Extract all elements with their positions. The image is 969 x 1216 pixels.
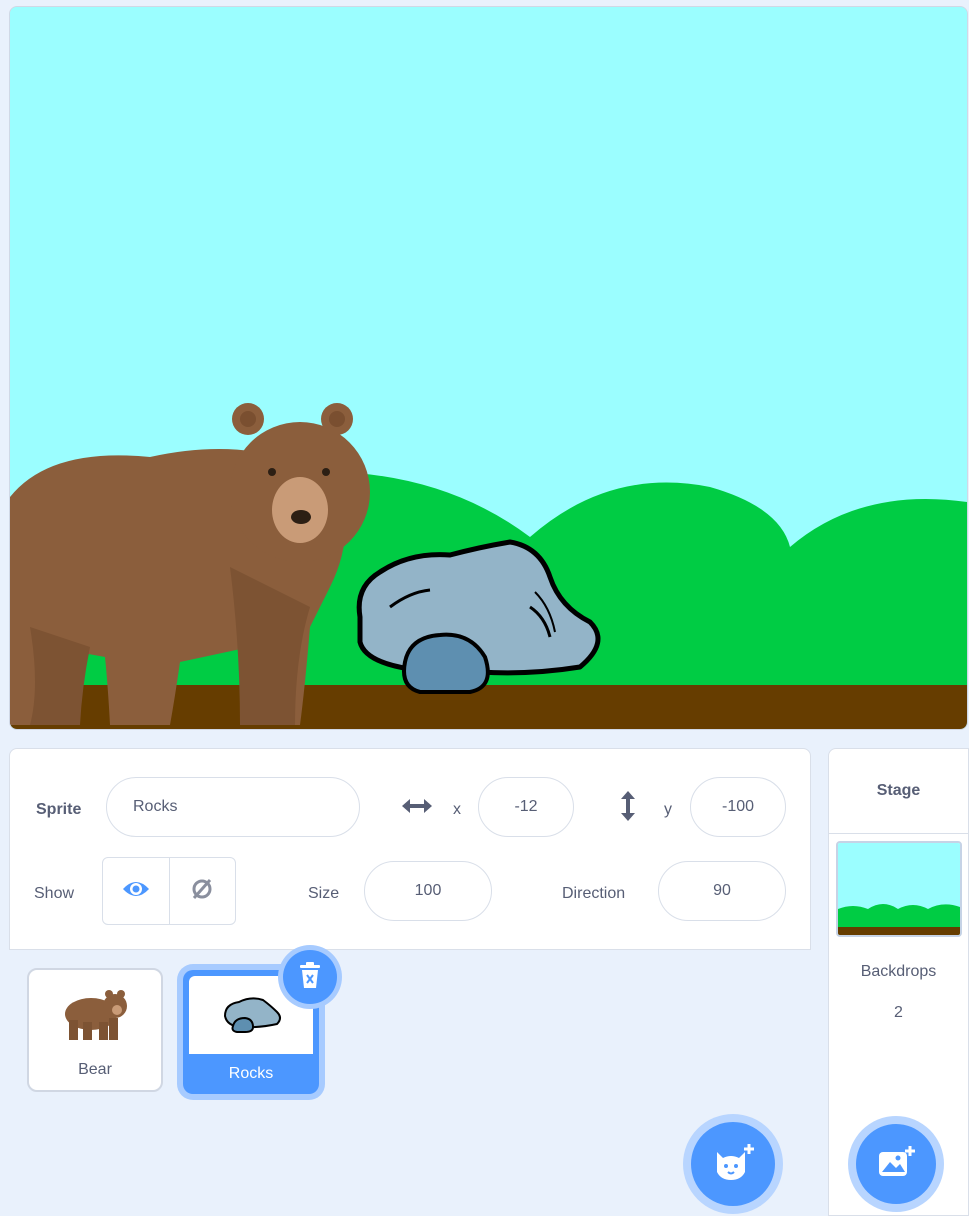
eye-icon [121, 878, 151, 905]
y-label: y [664, 801, 672, 818]
direction-value: 90 [713, 882, 731, 899]
x-arrows-icon [400, 795, 434, 822]
sprite-tile-label: Rocks [228, 1065, 274, 1082]
sprite-name-value: Rocks [133, 798, 178, 815]
stage-canvas[interactable] [9, 6, 968, 730]
backdrop-add-icon [876, 1144, 916, 1185]
sprite-name-input[interactable]: Rocks [106, 777, 360, 837]
rocks-sprite-icon [219, 994, 285, 1039]
sprite-list: Bear Rocks [9, 950, 809, 1216]
x-value: -12 [514, 798, 538, 815]
stage-thumbnail [836, 841, 962, 937]
direction-label: Direction [562, 885, 626, 902]
size-input[interactable]: 100 [364, 861, 492, 921]
size-value: 100 [414, 882, 442, 899]
direction-input[interactable]: 90 [658, 861, 786, 921]
size-label: Size [308, 885, 340, 902]
backdrops-count: 2 [894, 1004, 903, 1021]
show-hidden-button[interactable] [168, 858, 236, 924]
trash-icon [298, 961, 322, 994]
x-label: x [453, 801, 461, 818]
y-position-input[interactable]: -100 [690, 777, 786, 837]
bear-sprite-icon [61, 984, 129, 1049]
show-toggle-group [102, 857, 236, 925]
choose-backdrop-button[interactable] [856, 1124, 936, 1204]
sprite-tile-bear[interactable]: Bear [27, 968, 163, 1092]
backdrops-label: Backdrops [860, 963, 937, 980]
show-visible-button[interactable] [103, 858, 169, 924]
sprite-label: Sprite [36, 801, 82, 818]
cat-add-icon [711, 1142, 755, 1187]
eye-slash-icon [189, 876, 215, 907]
y-value: -100 [721, 798, 755, 815]
sprite-tile-label: Bear [78, 1061, 112, 1078]
stage-title: Stage [829, 749, 968, 834]
sprite-info-panel: Sprite Rocks x -12 y -100 Show Size 100 … [9, 748, 811, 950]
choose-sprite-button[interactable] [691, 1122, 775, 1206]
show-label: Show [34, 885, 75, 902]
x-position-input[interactable]: -12 [478, 777, 574, 837]
delete-sprite-button[interactable] [283, 950, 337, 1004]
y-arrows-icon [618, 789, 638, 828]
